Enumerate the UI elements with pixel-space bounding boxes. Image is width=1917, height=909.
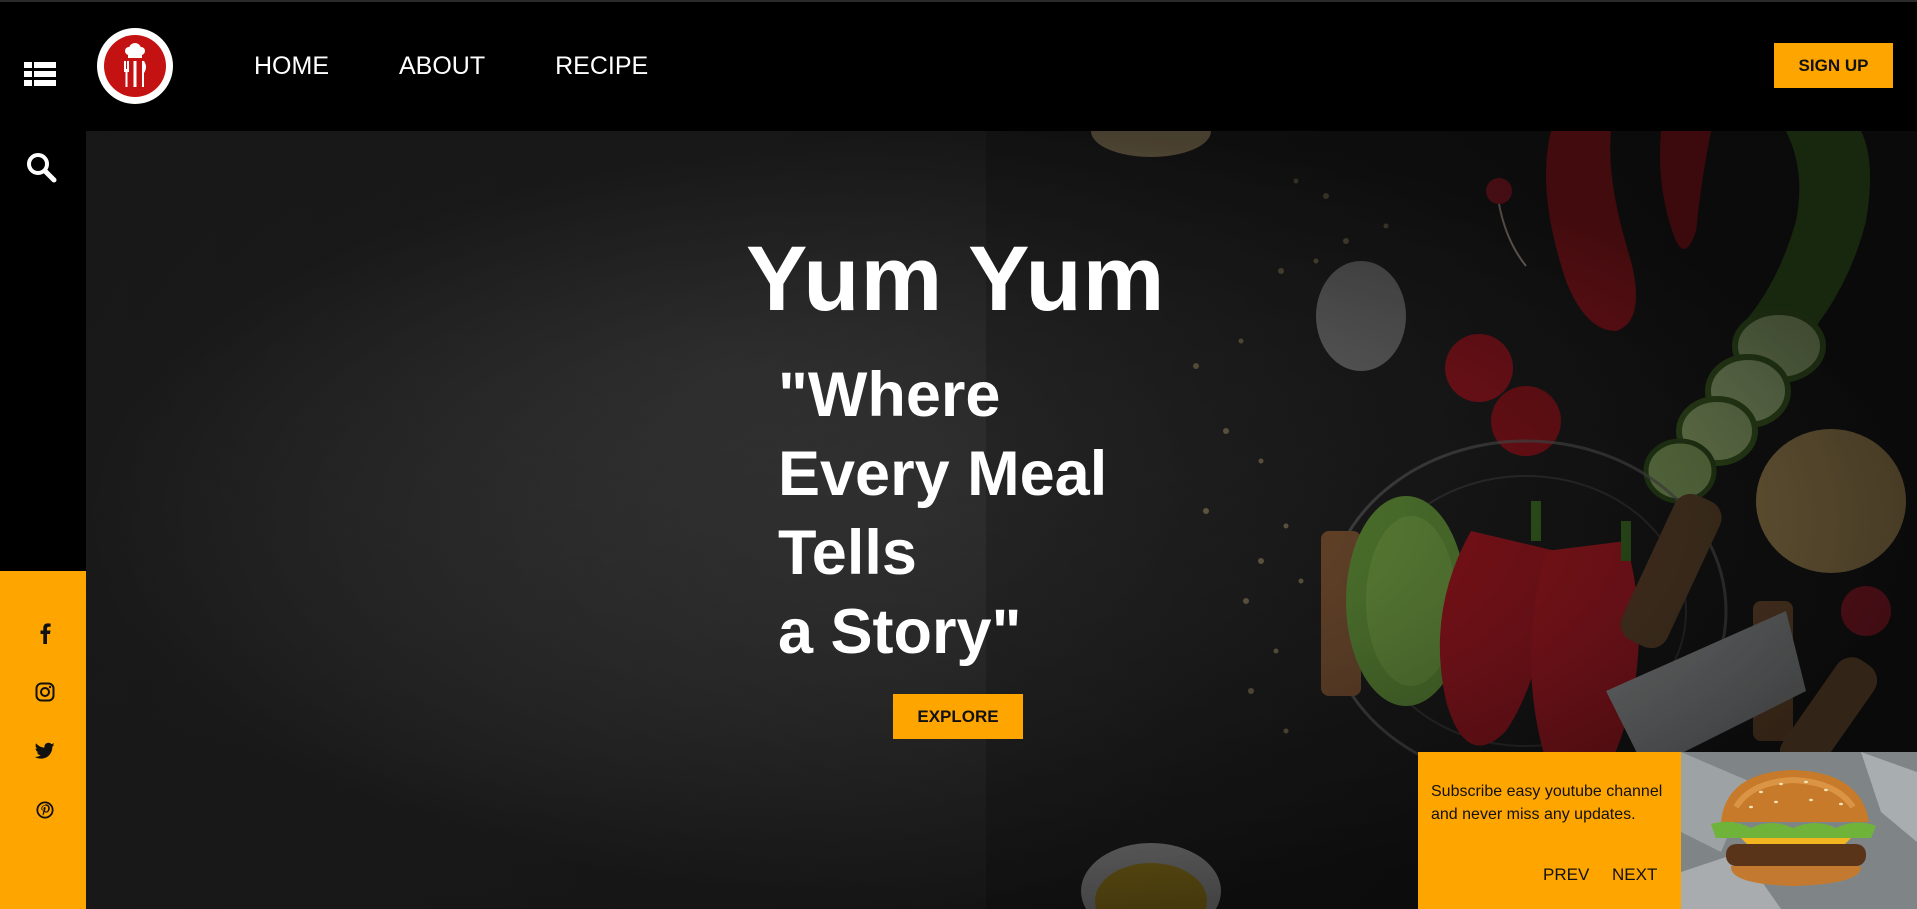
facebook-icon [40,623,51,644]
hero-title: Yum Yum [746,228,1166,330]
search-icon [27,153,57,183]
list-icon [24,62,56,86]
quote-line: Tells [778,518,917,588]
promo-text-box: Subscribe easy youtube channel and never… [1418,752,1681,909]
social-sidebar [0,571,86,909]
nav-home-link[interactable]: HOME [254,52,329,81]
promo-text: Subscribe easy youtube channel and never… [1431,783,1663,823]
pinterest-link[interactable] [31,796,59,824]
left-sidebar [0,131,86,571]
menu-list-icon[interactable] [24,60,60,90]
promo-card: Subscribe easy youtube channel and never… [1418,752,1917,909]
quote-line: a Story" [778,597,1022,667]
promo-prev-button[interactable]: PREV [1543,865,1589,885]
promo-next-button[interactable]: NEXT [1612,865,1657,885]
twitter-icon [35,742,55,759]
nav-recipe-link[interactable]: RECIPE [555,52,648,81]
top-navbar: HOME ABOUT RECIPE SIGN UP [0,0,1917,131]
instagram-icon [35,682,55,702]
signup-button[interactable]: SIGN UP [1774,43,1893,88]
search-button[interactable] [25,151,57,183]
chef-utensils-logo-icon [124,43,146,87]
pinterest-icon [36,801,54,819]
quote-line: Every Meal [778,439,1108,509]
explore-button[interactable]: EXPLORE [893,694,1023,739]
main-nav: HOME ABOUT RECIPE [254,52,718,81]
site-logo[interactable] [97,28,173,104]
burger-illustration [1681,752,1917,909]
instagram-link[interactable] [31,678,59,706]
logo-inner-circle [104,35,166,97]
twitter-link[interactable] [31,737,59,765]
facebook-link[interactable] [31,619,59,647]
nav-about-link[interactable]: ABOUT [399,52,485,81]
hero-quote: "Where Every Meal Tells a Story" [778,356,1198,672]
quote-line: "Where [778,360,1001,430]
burger-image [1681,752,1917,909]
